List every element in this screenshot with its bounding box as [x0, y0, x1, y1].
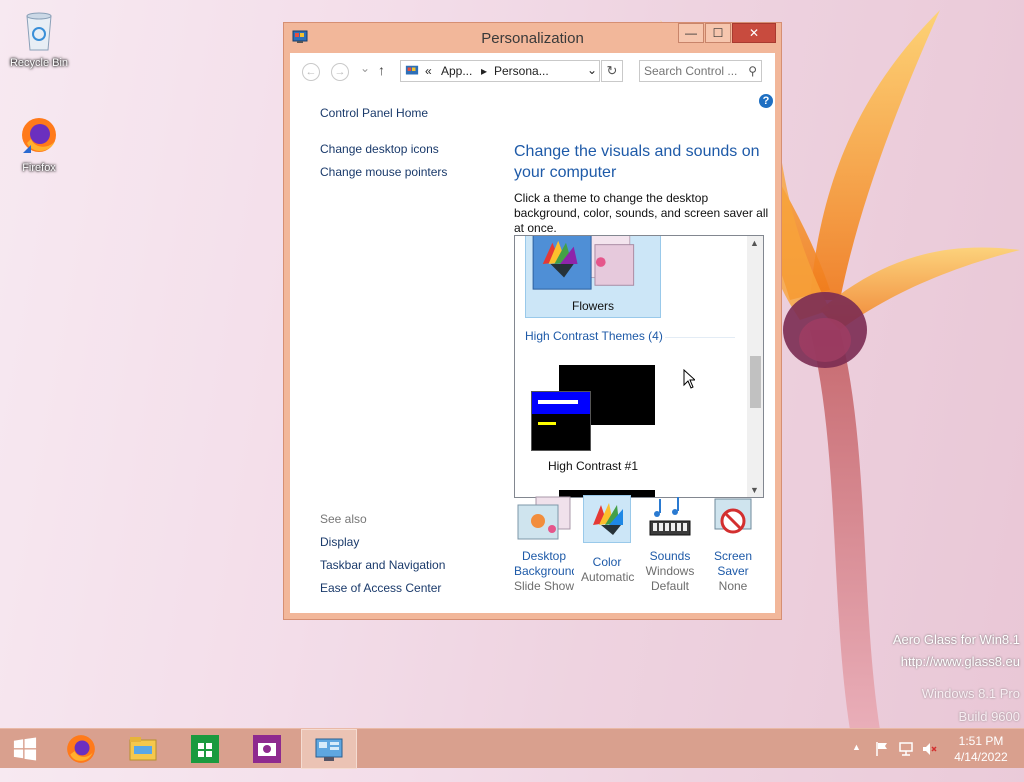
desktop-icon-label: Firefox — [22, 162, 56, 174]
ease-of-access-link[interactable]: Ease of Access Center — [320, 581, 441, 595]
window-client: ← → ⌄ ↑ « App... ▸ Persona... ⌄ ↻ ⚲ ? Co… — [290, 53, 775, 613]
taskbar-navigation-link[interactable]: Taskbar and Navigation — [320, 558, 445, 572]
control-panel-icon — [315, 738, 343, 761]
help-button[interactable]: ? — [759, 94, 773, 108]
control-panel-icon — [405, 65, 419, 75]
action-center-flag-icon[interactable] — [874, 741, 890, 757]
volume-muted-icon[interactable] — [921, 741, 937, 757]
taskbar-store[interactable] — [177, 729, 233, 769]
watermark-line: Build 9600 — [958, 709, 1020, 724]
see-also-label: See also — [320, 512, 367, 526]
title-bar[interactable]: Personalization — ☐ ✕ — [284, 23, 781, 53]
scroll-up-arrow[interactable]: ▲ — [750, 238, 759, 248]
color-icon — [593, 503, 623, 535]
page-heading: Change the visuals and sounds on your co… — [514, 143, 760, 181]
refresh-button[interactable]: ↻ — [601, 60, 623, 82]
watermark-line: Windows 8.1 Pro — [921, 686, 1020, 701]
screen-saver-value: None — [718, 579, 748, 593]
store-icon — [191, 735, 219, 763]
search-box[interactable]: ⚲ — [639, 60, 762, 82]
recent-locations-dropdown[interactable]: ⌄ — [360, 61, 370, 75]
flowers-theme-preview — [532, 236, 635, 290]
sounds-icon — [649, 497, 691, 536]
watermark-line: Aero Glass for Win8.1 — [892, 632, 1020, 647]
firefox-icon — [67, 735, 95, 763]
clock-date: 4/14/2022 — [954, 750, 1008, 764]
taskbar-camera[interactable] — [239, 729, 295, 769]
search-icon[interactable]: ⚲ — [748, 64, 757, 78]
color-label[interactable]: Color — [581, 555, 633, 570]
high-contrast-group-header: High Contrast Themes (4) — [525, 329, 663, 343]
forward-button[interactable]: → — [331, 63, 349, 81]
close-button[interactable]: ✕ — [732, 23, 776, 43]
scrollbar-thumb[interactable] — [750, 356, 761, 408]
firefox-icon — [22, 118, 56, 153]
breadcrumb-item[interactable]: Persona... — [494, 64, 549, 78]
control-panel-home-link[interactable]: Control Panel Home — [320, 106, 428, 120]
page-description: Click a theme to change the desktop back… — [514, 191, 769, 235]
taskbar-control-panel[interactable] — [301, 729, 357, 769]
hc-preview-front — [531, 391, 591, 451]
sounds-value: Windows Default — [645, 564, 695, 593]
theme-list-scrollbar[interactable]: ▲ ▼ — [747, 236, 763, 497]
sounds-label[interactable]: Sounds — [639, 549, 701, 564]
watermark-line: http://www.glass8.eu — [900, 654, 1020, 669]
mouse-cursor-icon — [683, 369, 695, 389]
breadcrumb-separator[interactable]: ▸ — [481, 64, 487, 78]
minimize-button[interactable]: — — [678, 23, 704, 43]
theme-name-high-contrast-1: High Contrast #1 — [547, 459, 639, 473]
theme-flowers[interactable]: Flowers — [525, 236, 661, 318]
display-link[interactable]: Display — [320, 535, 359, 549]
search-input[interactable] — [644, 63, 740, 79]
address-bar[interactable]: « App... ▸ Persona... ⌄ — [400, 60, 600, 82]
recycle-bin-icon — [26, 12, 52, 51]
screen-saver-icon — [714, 498, 752, 534]
personalization-window: Personalization — ☐ ✕ ← → ⌄ ↑ « App... ▸… — [283, 22, 782, 620]
scroll-down-arrow[interactable]: ▼ — [750, 485, 759, 495]
sounds-setting[interactable]: Sounds Windows Default — [639, 495, 701, 594]
desktop-icon-recycle-bin[interactable]: Recycle Bin — [7, 8, 71, 69]
up-button[interactable]: ↑ — [378, 62, 385, 78]
folder-icon — [129, 737, 157, 761]
maximize-button[interactable]: ☐ — [705, 23, 731, 43]
clock-time: 1:51 PM — [958, 734, 1004, 748]
clock[interactable]: 1:51 PM 4/14/2022 — [948, 729, 1014, 769]
camera-icon — [253, 735, 281, 763]
color-setting[interactable]: Color Automatic — [581, 495, 635, 585]
address-dropdown[interactable]: ⌄ — [587, 63, 597, 77]
screen-saver-setting[interactable]: Screen Saver None — [706, 495, 760, 594]
change-desktop-icons-link[interactable]: Change desktop icons — [320, 142, 439, 156]
desktop-background-label[interactable]: Desktop Background — [514, 549, 574, 579]
breadcrumb-overflow[interactable]: « — [425, 64, 432, 78]
color-icon-frame — [583, 495, 631, 543]
desktop-background-value: Slide Show — [513, 579, 575, 593]
theme-high-contrast-1[interactable]: High Contrast #1 — [525, 361, 661, 477]
back-button[interactable]: ← — [302, 63, 320, 81]
network-icon[interactable] — [898, 741, 914, 757]
change-mouse-pointers-link[interactable]: Change mouse pointers — [320, 165, 447, 179]
group-divider — [665, 337, 735, 338]
desktop-icon-label: Recycle Bin — [9, 57, 69, 69]
taskbar-firefox[interactable] — [53, 729, 109, 769]
theme-list[interactable]: Flowers High Contrast Themes (4) High Co… — [514, 235, 764, 498]
color-value: Automatic — [581, 570, 635, 584]
taskbar-file-explorer[interactable] — [115, 729, 171, 769]
screen-saver-label[interactable]: Screen Saver — [710, 549, 756, 579]
desktop-background-setting[interactable]: Desktop Background Slide Show — [512, 495, 576, 594]
navigation-bar: ← → ⌄ ↑ « App... ▸ Persona... ⌄ ↻ ⚲ — [290, 53, 775, 89]
taskbar: ▲ 1:51 PM 4/14/2022 — [0, 728, 1024, 769]
desktop-background-icon — [517, 496, 571, 540]
start-button[interactable] — [0, 729, 56, 769]
windows-logo-icon — [13, 737, 37, 761]
desktop-icon-firefox[interactable]: Firefox — [7, 113, 71, 174]
breadcrumb-item[interactable]: App... — [441, 64, 472, 78]
show-hidden-icons-button[interactable]: ▲ — [852, 742, 861, 782]
theme-name-flowers: Flowers — [571, 299, 614, 313]
